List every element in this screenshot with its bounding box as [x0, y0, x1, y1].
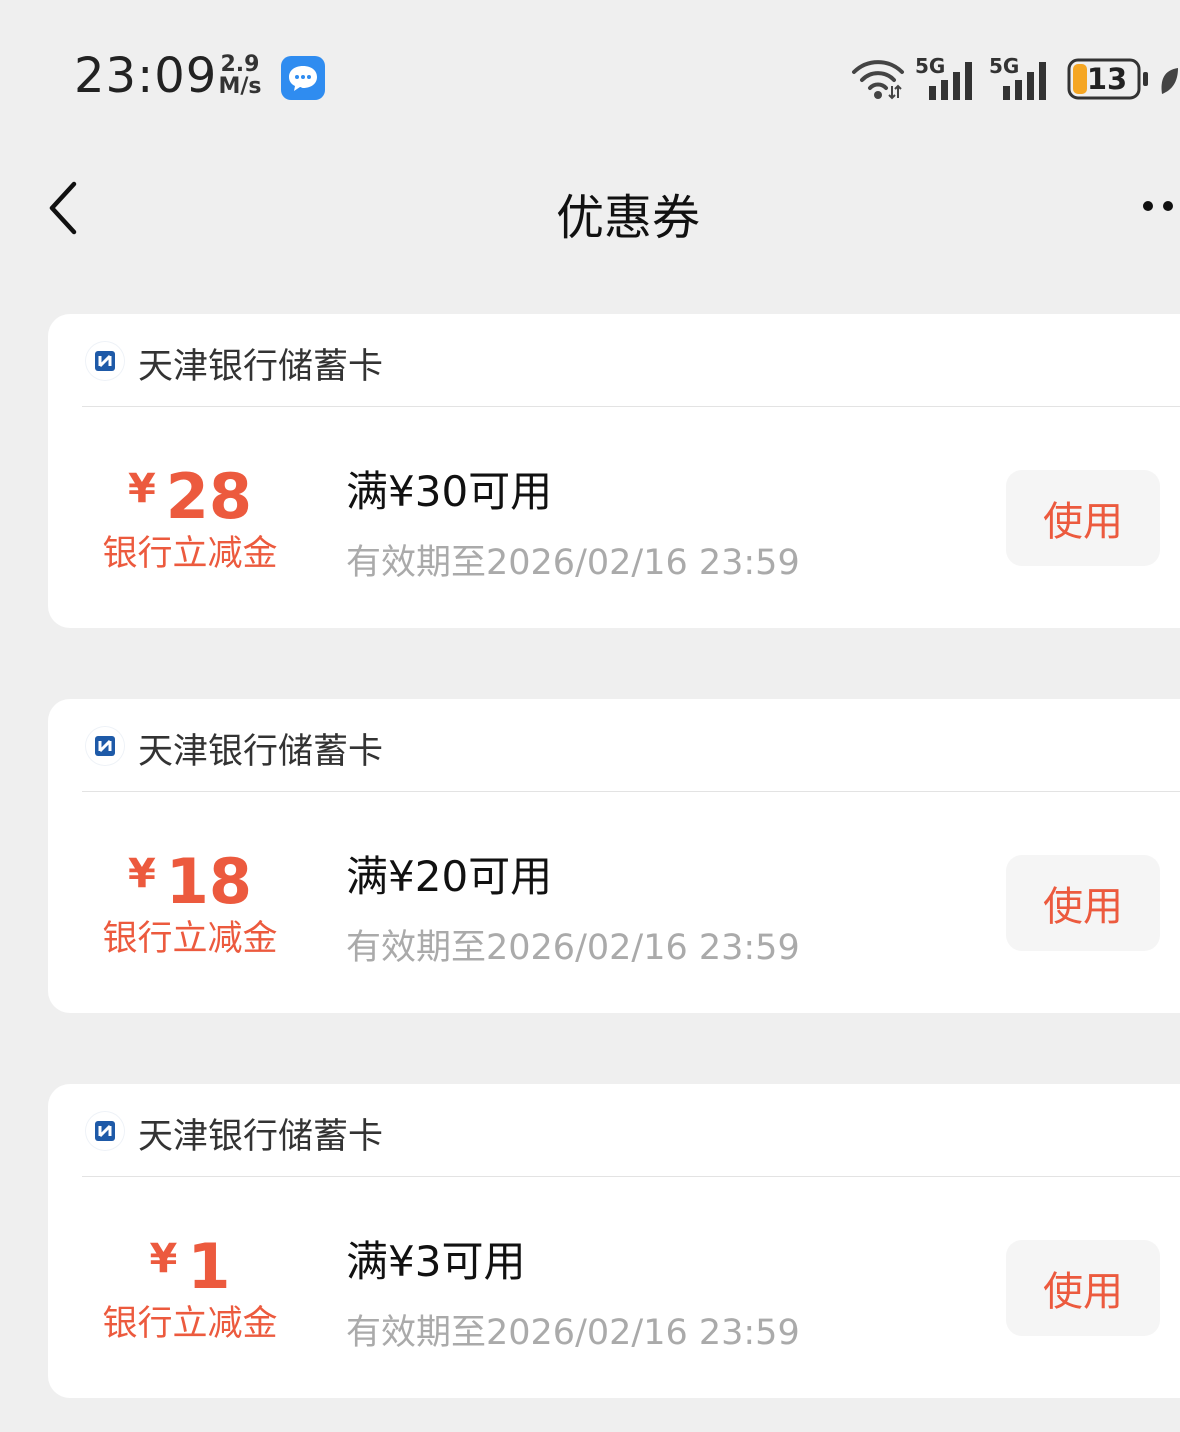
page-header: 优惠券: [0, 150, 1180, 270]
coupon-expiry: 有效期至2026/02/16 23:59: [346, 543, 800, 583]
coupon-condition: 满¥3可用: [346, 1237, 526, 1286]
coupon-card: 天津银行储蓄卡 ¥18 银行立减金 满¥20可用 有效期至2026/02/16 …: [48, 699, 1180, 1013]
coupon-value: 1: [187, 1230, 231, 1303]
wifi-icon: [852, 60, 904, 100]
coupon-value: 28: [165, 460, 253, 533]
battery-icon: 13: [1067, 58, 1153, 100]
eco-leaf-icon: [1161, 68, 1178, 94]
bank-name: 天津银行储蓄卡: [138, 347, 384, 387]
network-speed-value: 2.9: [220, 52, 260, 77]
use-coupon-button[interactable]: 使用: [1006, 1240, 1160, 1336]
coupon-type: 银行立减金: [102, 1304, 278, 1344]
coupon-card: 天津银行储蓄卡 ¥1 银行立减金 满¥3可用 有效期至2026/02/16 23…: [48, 1084, 1180, 1398]
page-title: 优惠券: [555, 190, 700, 246]
coupon-card-header: 天津银行储蓄卡: [82, 699, 1180, 792]
coupon-condition: 满¥20可用: [346, 852, 553, 901]
use-coupon-button[interactable]: 使用: [1006, 855, 1160, 951]
bank-name: 天津银行储蓄卡: [138, 732, 384, 772]
coupon-card-header: 天津银行储蓄卡: [82, 1084, 1180, 1177]
network-speed: 2.9 M/s: [212, 54, 268, 98]
coupon-condition: 满¥30可用: [346, 467, 553, 516]
more-dots-icon[interactable]: [1140, 198, 1180, 214]
cellular-signal-1-icon: 5G: [913, 54, 979, 100]
message-app-icon: [281, 56, 325, 100]
network-speed-unit: M/s: [218, 74, 262, 99]
coupon-expiry: 有效期至2026/02/16 23:59: [346, 928, 800, 968]
bank-logo-icon: [86, 727, 124, 765]
coupon-amount: ¥1 银行立减金: [98, 1224, 282, 1346]
currency-symbol: ¥: [149, 1236, 178, 1282]
coupon-card-header: 天津银行储蓄卡: [82, 314, 1180, 407]
bank-logo-icon: [86, 1112, 124, 1150]
bank-logo-icon: [86, 342, 124, 380]
coupon-expiry: 有效期至2026/02/16 23:59: [346, 1313, 800, 1353]
bank-name: 天津银行储蓄卡: [138, 1117, 384, 1157]
currency-symbol: ¥: [127, 851, 156, 897]
battery-level: 13: [1086, 62, 1128, 96]
use-coupon-button[interactable]: 使用: [1006, 470, 1160, 566]
status-bar: 23:09 2.9 M/s 5G 5G 13: [0, 0, 1180, 150]
coupon-amount: ¥18 银行立减金: [98, 839, 282, 961]
coupon-type: 银行立减金: [102, 534, 278, 574]
status-time: 23:09: [74, 48, 218, 104]
coupon-value: 18: [165, 845, 253, 918]
coupon-amount: ¥28 银行立减金: [98, 454, 282, 576]
currency-symbol: ¥: [127, 466, 156, 512]
cellular-signal-2-icon: 5G: [987, 54, 1053, 100]
coupon-card: 天津银行储蓄卡 ¥28 银行立减金 满¥30可用 有效期至2026/02/16 …: [48, 314, 1180, 628]
coupon-type: 银行立减金: [102, 919, 278, 959]
